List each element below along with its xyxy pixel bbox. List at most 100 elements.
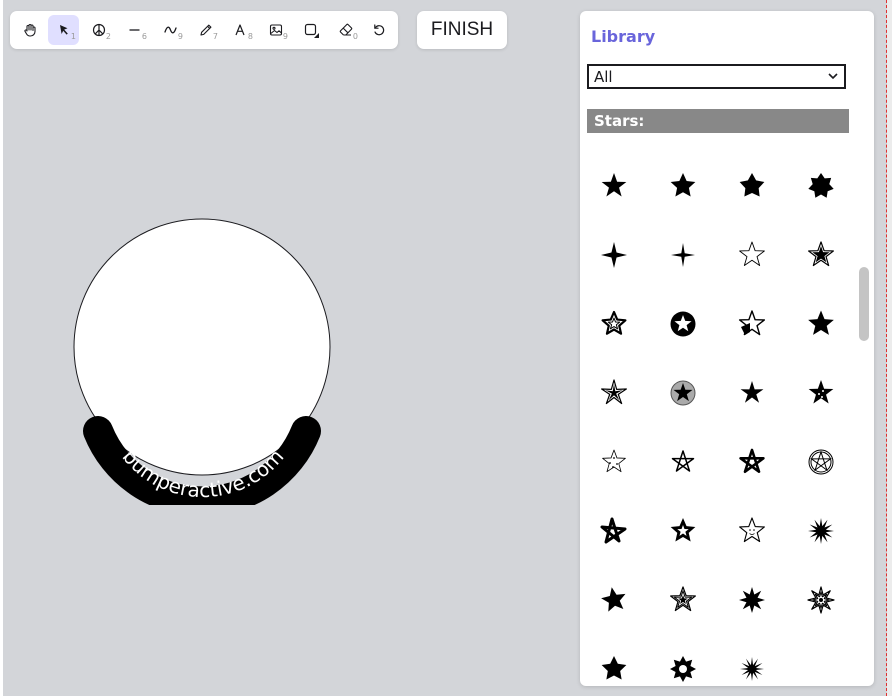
star-clipart-item[interactable] [592,302,636,346]
star-clipart-item[interactable] [799,578,843,622]
star-clipart-item[interactable] [661,371,705,415]
star-icon [739,587,765,613]
peace-icon [92,23,105,37]
star-clipart-item[interactable] [730,647,774,686]
shortcut-label: 8 [247,32,253,41]
star-clipart-item[interactable] [661,509,705,553]
star-clipart-item[interactable] [799,233,843,277]
image-icon [269,24,282,36]
library-panel: Library All Stars: [580,11,874,686]
star-clipart-item[interactable] [730,302,774,346]
shortcut-label: 2 [105,32,111,41]
star-clipart-item[interactable] [592,578,636,622]
star-icon [670,173,696,197]
star-icon [601,173,627,197]
star-icon [601,656,627,680]
arrow-icon [59,25,68,35]
eraser-tool-button[interactable]: 0 [330,15,361,45]
star-clipart-item[interactable] [730,509,774,553]
star-clipart-item[interactable] [661,164,705,208]
shape-tool-button[interactable] [295,15,326,45]
star-icon [670,586,696,612]
star-clipart-item[interactable] [592,440,636,484]
library-filter-value: All [594,67,613,86]
design-canvas[interactable]: bumperactive.com [60,205,350,505]
reset-tool-button[interactable] [363,15,394,45]
star-clipart-item[interactable] [592,164,636,208]
finish-button[interactable]: FINISH [417,11,507,49]
text-tool-button[interactable]: 8 [225,15,256,45]
hand-tool-button[interactable] [14,15,45,45]
star-clipart-item[interactable] [661,440,705,484]
star-clipart-item[interactable] [730,440,774,484]
star-clipart-item[interactable] [592,233,636,277]
line-icon [129,29,139,31]
star-icon [601,587,626,612]
star-clipart-item[interactable] [730,371,774,415]
section-header: Stars: [587,109,849,133]
star-icon [738,310,766,336]
star-clipart-item[interactable] [799,302,843,346]
shortcut-label: 6 [141,32,147,41]
image-tool-button[interactable]: 9 [260,15,291,45]
star-icon [670,518,696,542]
shortcut-label: 9 [177,32,183,41]
toolbar: 1 2 6 9 7 8 9 0 [10,11,398,49]
stars-grid [580,151,860,686]
star-clipart-item[interactable] [661,233,705,277]
pencil-icon [199,24,211,36]
star-icon [601,379,627,405]
star-clipart-item[interactable] [661,647,705,686]
star-clipart-item[interactable] [730,233,774,277]
star-clipart-item[interactable] [730,578,774,622]
star-clipart-item[interactable] [592,371,636,415]
canvas-left-edge [0,0,3,696]
chevron-down-icon [828,73,838,80]
star-clipart-item[interactable] [730,164,774,208]
hand-icon [23,23,36,37]
shortcut-label: 0 [352,32,358,41]
shortcut-label: 1 [70,32,76,41]
text-icon [234,24,245,36]
shortcut-label: 7 [212,32,218,41]
eraser-icon [339,23,352,36]
star-clipart-item[interactable] [661,578,705,622]
star-icon [600,517,627,544]
library-filter-select[interactable]: All [587,64,846,89]
star-icon [740,381,764,403]
line-tool-button[interactable]: 6 [119,15,150,45]
library-title: Library [591,27,656,46]
reset-icon [373,24,384,36]
star-icon [739,173,765,197]
star-clipart-item[interactable] [799,509,843,553]
curve-tool-button[interactable]: 9 [155,15,186,45]
peace-tool-button[interactable]: 2 [83,15,114,45]
star-icon [739,241,765,266]
star-icon [670,311,696,337]
star-icon [808,518,834,544]
star-clipart-item[interactable] [592,647,636,686]
star-icon [670,656,696,682]
star-icon [671,450,695,472]
star-icon [739,448,765,473]
star-icon [739,517,765,543]
star-icon [808,173,834,198]
rectangle-icon [304,23,319,38]
star-clipart-item[interactable] [661,302,705,346]
star-icon [808,310,834,335]
star-icon [808,380,834,404]
star-clipart-item[interactable] [799,164,843,208]
library-scrollbar[interactable] [859,267,869,341]
star-icon [601,242,627,268]
shortcut-label: 9 [282,32,288,41]
selection-tool-button[interactable]: 1 [48,15,79,45]
draw-tool-button[interactable]: 7 [190,15,221,45]
star-icon [808,449,834,475]
star-icon [807,586,835,614]
right-strip [887,0,892,696]
star-icon [601,310,627,335]
star-clipart-item[interactable] [799,371,843,415]
star-clipart-item[interactable] [592,509,636,553]
star-icon [671,243,695,267]
star-clipart-item[interactable] [799,440,843,484]
